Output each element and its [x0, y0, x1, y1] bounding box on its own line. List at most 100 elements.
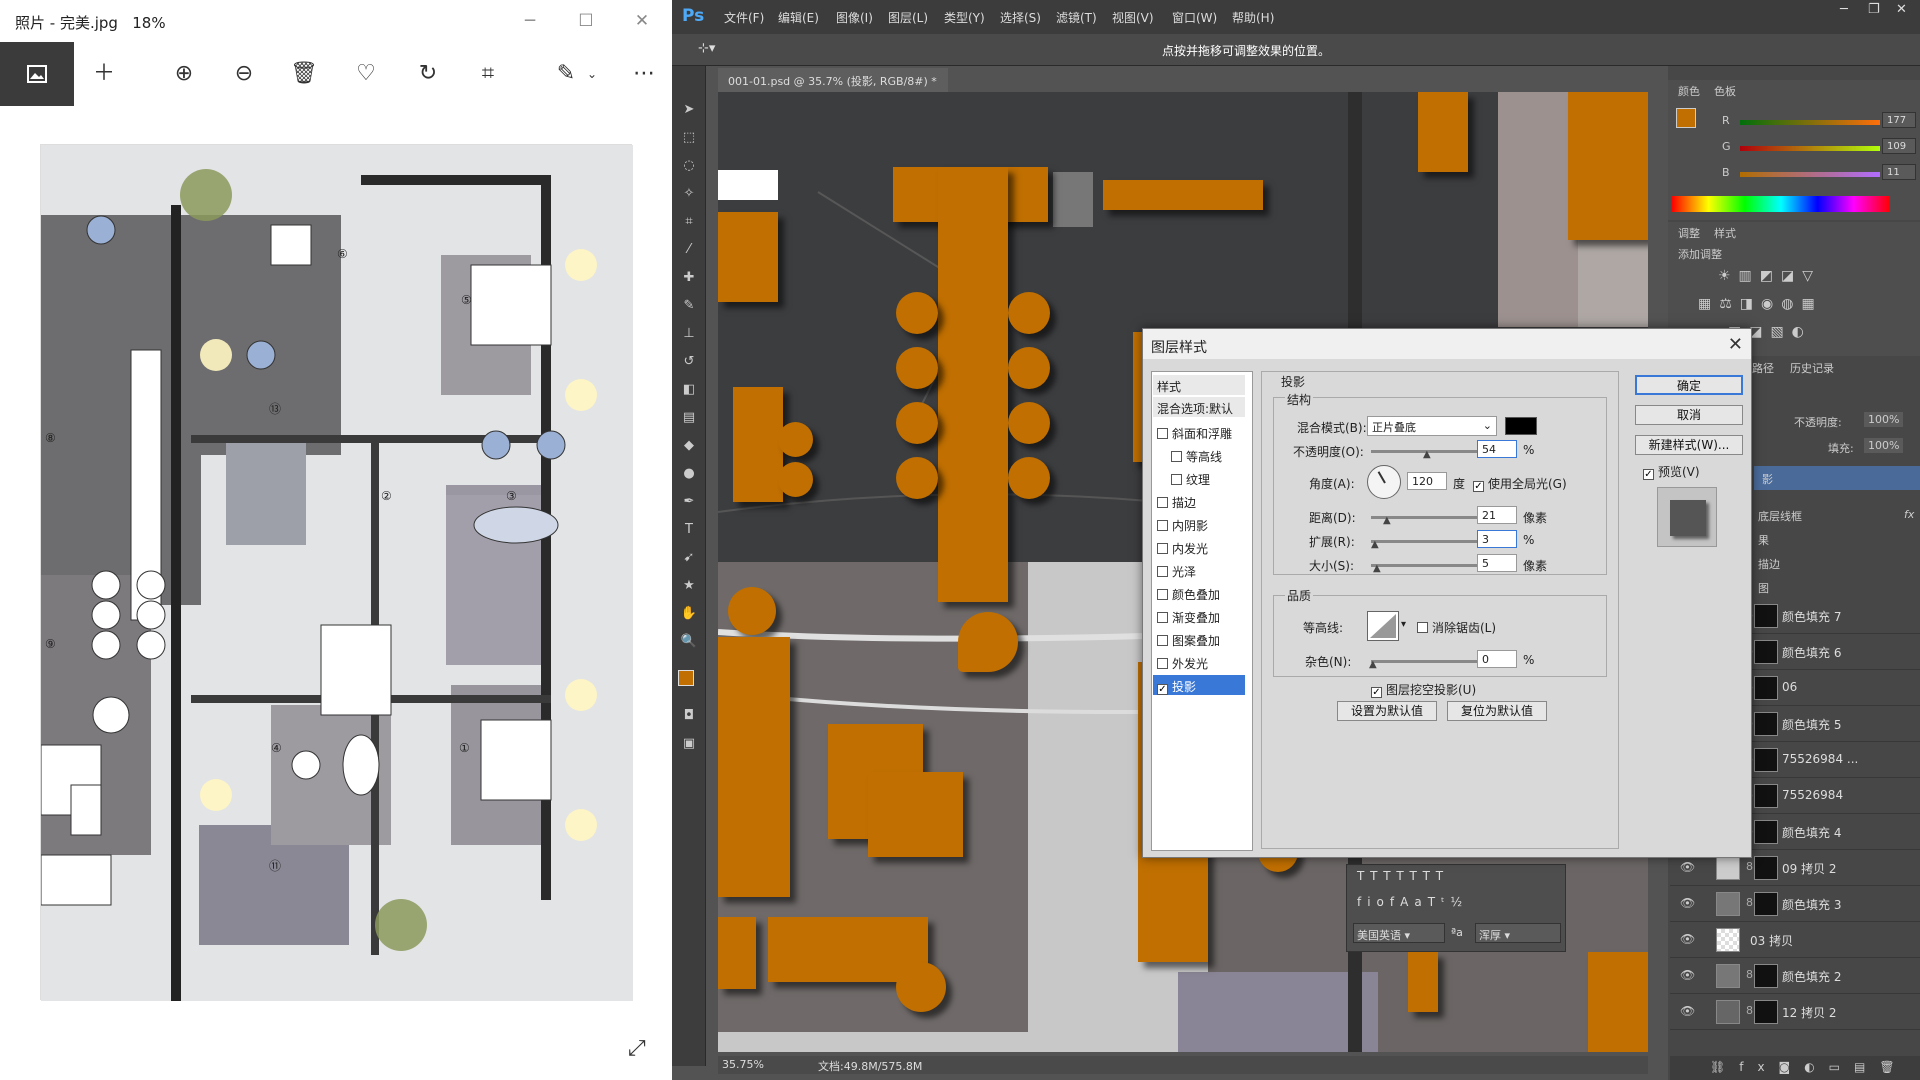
checkbox[interactable] — [1157, 543, 1168, 554]
checkbox[interactable] — [1157, 658, 1168, 669]
fx-pattern-overlay[interactable]: 图案叠加 — [1153, 629, 1245, 649]
checkbox[interactable] — [1171, 451, 1182, 462]
checkbox[interactable]: ✓ — [1157, 684, 1168, 695]
lasso-tool-icon[interactable]: ◌ — [679, 156, 699, 176]
tab-history[interactable]: 历史记录 — [1790, 360, 1834, 376]
b-slider[interactable] — [1740, 172, 1880, 177]
checkbox[interactable] — [1157, 635, 1168, 646]
close-icon[interactable]: ✕ — [1896, 2, 1907, 17]
brush-tool-icon[interactable]: ✎ — [679, 296, 699, 316]
visibility-icon[interactable]: 👁 — [1680, 896, 1695, 910]
layers-footer-icons[interactable]: ⛓fx◙◐▭▤🗑 — [1670, 1056, 1920, 1080]
visibility-icon[interactable]: 👁 — [1680, 860, 1695, 874]
path-select-icon[interactable]: ➹ — [679, 548, 699, 568]
adjustment-icons-row1[interactable]: ☀▥◩◪▽ — [1718, 268, 1821, 284]
tab-styles[interactable]: 样式 — [1714, 225, 1736, 241]
magic-wand-icon[interactable]: ✧ — [679, 184, 699, 204]
layer-row[interactable]: 👁 8 12 拷贝 2 — [1670, 994, 1920, 1030]
tab-color[interactable]: 颜色 — [1678, 83, 1700, 99]
add-icon[interactable]: ＋ — [86, 56, 122, 92]
preview-checkbox[interactable]: ✓ 预览(V) — [1643, 463, 1700, 480]
fx-contour[interactable]: 等高线 — [1167, 445, 1259, 465]
zoom-tool-icon[interactable]: 🔍 — [679, 632, 699, 652]
maximize-icon[interactable]: ☐ — [572, 8, 600, 34]
menu-image[interactable]: 图像(I) — [836, 9, 873, 26]
tab-swatches[interactable]: 色板 — [1714, 83, 1736, 99]
layer-row[interactable]: 👁 8 颜色填充 2 — [1670, 958, 1920, 994]
stamp-tool-icon[interactable]: ⊥ — [679, 324, 699, 344]
ok-button[interactable]: 确定 — [1635, 375, 1743, 395]
fx-color-overlay[interactable]: 颜色叠加 — [1153, 583, 1245, 603]
checkbox[interactable] — [1157, 428, 1168, 439]
menu-file[interactable]: 文件(F) — [724, 9, 764, 26]
pen-tool-icon[interactable]: ✒ — [679, 492, 699, 512]
fx-inner-shadow[interactable]: 内阴影 — [1153, 514, 1245, 534]
zoom-out-icon[interactable]: ⊖ — [226, 56, 262, 92]
checkbox[interactable] — [1157, 520, 1168, 531]
zoom-level[interactable]: 35.75% — [722, 1058, 764, 1071]
quick-mask-icon[interactable]: ◘ — [679, 706, 699, 726]
noise-input[interactable]: 0 — [1477, 650, 1517, 668]
crop-tool-icon[interactable]: ⌗ — [679, 212, 699, 232]
slider-thumb-icon[interactable]: ▲ — [1373, 563, 1381, 574]
move-tool-icon[interactable]: ⊹▾ — [698, 41, 715, 56]
foreground-color-swatch[interactable] — [678, 670, 694, 686]
menu-view[interactable]: 视图(V) — [1112, 9, 1154, 26]
tab-adjustments[interactable]: 调整 — [1678, 225, 1700, 241]
spread-input[interactable]: 3 — [1477, 530, 1517, 548]
healing-brush-icon[interactable]: ✚ — [679, 268, 699, 288]
fx-outer-glow[interactable]: 外发光 — [1153, 652, 1245, 672]
menu-window[interactable]: 窗口(W) — [1172, 9, 1217, 26]
checkbox[interactable] — [1157, 612, 1168, 623]
see-all-photos-button[interactable] — [0, 42, 74, 106]
antialias-checkbox[interactable]: 消除锯齿(L) — [1417, 619, 1496, 636]
blur-tool-icon[interactable]: ◆ — [679, 436, 699, 456]
rotate-icon[interactable]: ↻ — [410, 56, 446, 92]
g-value[interactable]: 109 — [1882, 138, 1916, 154]
slider-thumb-icon[interactable]: ▲ — [1369, 659, 1377, 670]
zoom-in-icon[interactable]: ⊕ — [166, 56, 202, 92]
gradient-tool-icon[interactable]: ▤ — [679, 408, 699, 428]
distance-input[interactable]: 21 — [1477, 506, 1517, 524]
eyedropper-icon[interactable]: ⁄ — [679, 240, 699, 260]
shape-tool-icon[interactable]: ★ — [679, 576, 699, 596]
global-light-checkbox[interactable]: ✓ 使用全局光(G) — [1473, 475, 1567, 492]
visibility-icon[interactable]: 👁 — [1680, 932, 1695, 946]
layer-fill-value[interactable]: 100% — [1864, 438, 1904, 453]
text-style-icons[interactable]: TTTTTTT — [1357, 869, 1449, 883]
menu-layer[interactable]: 图层(L) — [888, 9, 928, 26]
marquee-tool-icon[interactable]: ⬚ — [679, 128, 699, 148]
slider-thumb-icon[interactable]: ▲ — [1371, 539, 1379, 550]
menu-type[interactable]: 类型(Y) — [944, 9, 985, 26]
size-input[interactable]: 5 — [1477, 554, 1517, 572]
eraser-tool-icon[interactable]: ◧ — [679, 380, 699, 400]
fx-drop-shadow[interactable]: ✓ 投影 — [1153, 675, 1245, 695]
color-spectrum[interactable] — [1672, 196, 1890, 212]
fx-inner-glow[interactable]: 内发光 — [1153, 537, 1245, 557]
hand-tool-icon[interactable]: ✋ — [679, 604, 699, 624]
slider-thumb-icon[interactable]: ▲ — [1423, 449, 1431, 460]
layer-row[interactable]: 👁 03 拷贝 — [1670, 922, 1920, 958]
minimize-icon[interactable]: ─ — [516, 8, 544, 34]
angle-input[interactable]: 120 — [1407, 472, 1447, 490]
opentype-icons[interactable]: fiofAaTᵗ½ — [1357, 895, 1468, 909]
blending-options[interactable]: 混合选项:默认 — [1153, 397, 1245, 417]
adjustment-icons-row2[interactable]: ▦⚖◨◉◍▦ — [1698, 296, 1823, 312]
menu-edit[interactable]: 编辑(E) — [778, 9, 819, 26]
close-icon[interactable]: ✕ — [628, 8, 656, 34]
close-icon[interactable]: ✕ — [1728, 334, 1743, 355]
fx-icon[interactable]: fx — [1904, 508, 1914, 521]
blend-mode-select[interactable]: 正片叠底 ⌄ — [1367, 416, 1497, 436]
more-icon[interactable]: ⋯ — [626, 56, 662, 92]
checkbox[interactable] — [1157, 589, 1168, 600]
reset-default-button[interactable]: 复位为默认值 — [1447, 701, 1547, 721]
history-brush-icon[interactable]: ↺ — [679, 352, 699, 372]
r-slider[interactable] — [1740, 120, 1880, 125]
tab-paths[interactable]: 路径 — [1752, 360, 1774, 376]
language-select[interactable]: 美国英语 ▾ — [1353, 923, 1445, 943]
fx-texture[interactable]: 纹理 — [1167, 468, 1259, 488]
fx-bevel[interactable]: 斜面和浮雕 — [1153, 422, 1245, 442]
screen-mode-icon[interactable]: ▣ — [679, 734, 699, 754]
contour-preview[interactable] — [1367, 611, 1399, 641]
menu-select[interactable]: 选择(S) — [1000, 9, 1041, 26]
